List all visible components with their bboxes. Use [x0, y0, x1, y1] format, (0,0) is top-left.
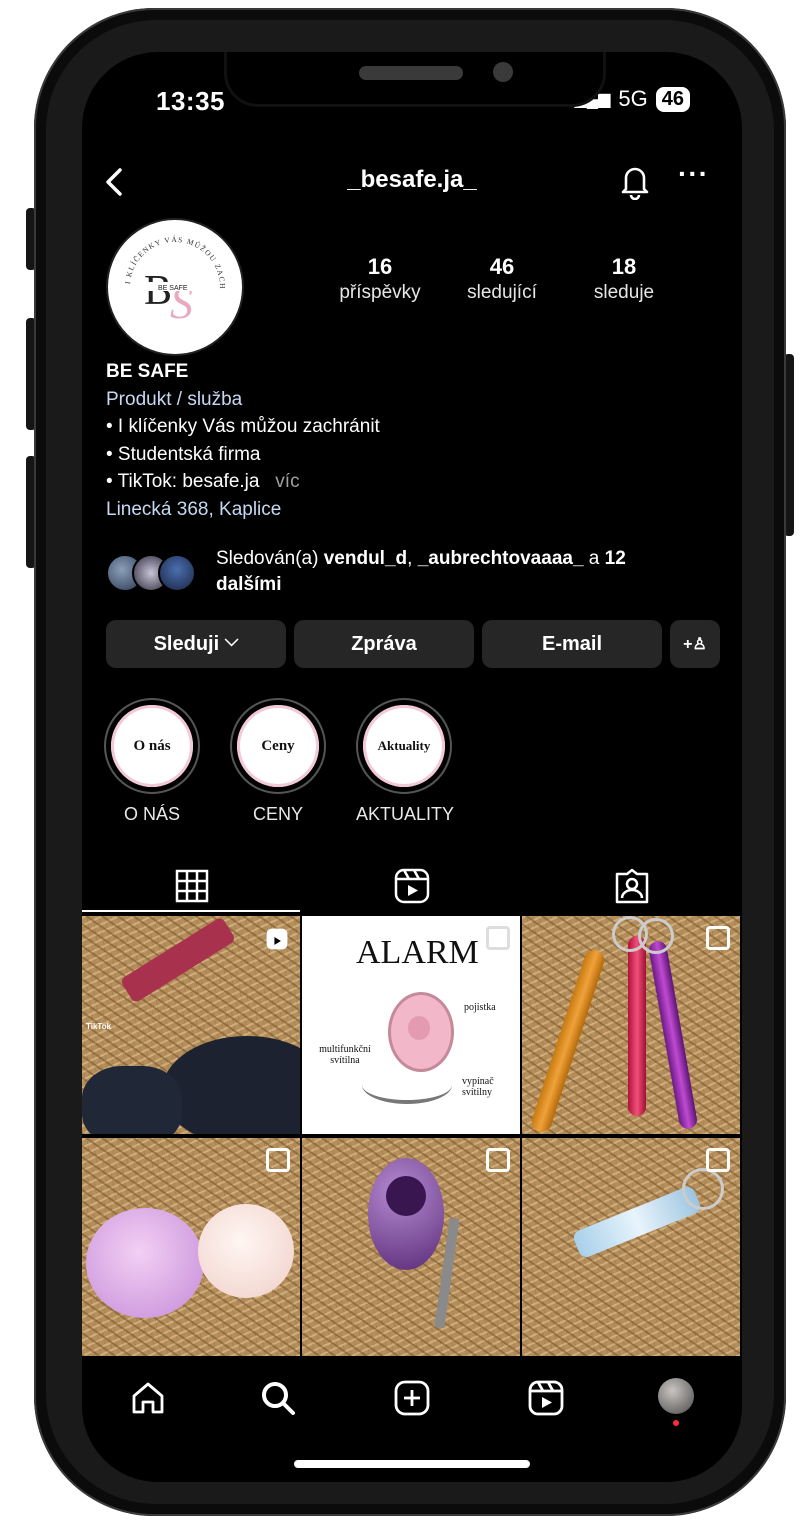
carousel-icon — [486, 926, 510, 950]
reels-icon — [266, 928, 288, 950]
profile-avatar[interactable] — [658, 1378, 694, 1414]
besafe-logo-icon: I KLÍČENKY VÁS MŮŽOU ZACHRÁNIT B S BE SA… — [105, 212, 226, 328]
following-count[interactable]: 18 sleduje — [564, 254, 684, 304]
status-time: 13:35 — [156, 86, 225, 116]
post-title: ALARM — [356, 934, 479, 971]
carousel-icon — [266, 1148, 290, 1172]
battery-icon: 46 — [655, 86, 690, 112]
follower-avatar — [158, 554, 196, 592]
bio-line: • Studentská firma — [106, 443, 261, 465]
notch — [224, 52, 606, 107]
bio-line: • I klíčenky Vás můžou zachránit — [106, 416, 380, 437]
screen: 13:35 ▂▄▆ 5G 46 _besafe.ja_ ··· I KLÍČEN… — [82, 52, 742, 1482]
reels-icon[interactable] — [526, 1378, 566, 1418]
profile-category: Produkt / služba — [106, 388, 243, 410]
profile-bio: BE SAFE Produkt / služba • I klíčenky Vá… — [106, 358, 726, 523]
profile-name: BE SAFE — [106, 361, 189, 382]
network-label: 5G — [618, 86, 648, 111]
post-grid: TikTok ALARM pojistka multifunkční svíti… — [82, 916, 742, 1356]
email-button[interactable]: E-mail — [482, 620, 662, 668]
highlight-aktuality[interactable]: Aktuality AKTUALITY — [356, 698, 454, 825]
reels-icon[interactable] — [392, 866, 432, 906]
profile-location[interactable]: Linecká 368, Kaplice — [106, 496, 726, 524]
message-button[interactable]: Zpráva — [294, 620, 474, 668]
more-link[interactable]: víc — [275, 471, 299, 492]
post-thumbnail[interactable] — [522, 1138, 740, 1356]
add-person-icon[interactable]: +♙ — [670, 620, 720, 668]
post-thumbnail[interactable] — [302, 1138, 520, 1356]
posts-count[interactable]: 16 příspěvky — [320, 254, 440, 304]
following-button[interactable]: Sleduji ⌵ — [106, 620, 286, 668]
post-thumbnail[interactable] — [522, 916, 740, 1134]
content-tabs — [82, 856, 742, 916]
bio-line: • TikTok: besafe.ja — [106, 471, 260, 492]
carousel-icon — [706, 1148, 730, 1172]
more-options-icon[interactable]: ··· — [678, 158, 709, 190]
post-thumbnail[interactable] — [82, 1138, 300, 1356]
profile-avatar[interactable]: I KLÍČENKY VÁS MŮŽOU ZACHRÁNIT B S BE SA… — [105, 212, 244, 356]
tagged-icon[interactable] — [612, 866, 652, 906]
active-tab-indicator — [82, 910, 300, 912]
svg-text:BE SAFE: BE SAFE — [158, 285, 188, 292]
carousel-icon — [706, 926, 730, 950]
followed-by-text: Sledován(a) vendul_d, _aubrechtovaaaa_ a… — [216, 548, 626, 595]
add-post-icon[interactable] — [392, 1378, 432, 1418]
post-thumbnail[interactable]: TikTok — [82, 916, 300, 1134]
search-icon[interactable] — [258, 1378, 298, 1418]
home-indicator[interactable] — [294, 1460, 530, 1468]
bell-icon[interactable] — [618, 162, 652, 200]
notification-dot — [673, 1420, 679, 1426]
chevron-down-icon: ⌵ — [224, 629, 239, 650]
followers-count[interactable]: 46 sledující — [442, 254, 562, 304]
home-icon[interactable] — [128, 1378, 168, 1418]
profile-header: _besafe.ja_ ··· — [82, 158, 742, 206]
tiktok-watermark: TikTok — [86, 1022, 112, 1031]
post-thumbnail[interactable]: ALARM pojistka multifunkční svítilna vyp… — [302, 916, 520, 1134]
action-buttons: Sleduji ⌵ Zpráva E-mail +♙ — [106, 620, 722, 668]
highlight-o-nas[interactable]: O nás O NÁS — [104, 698, 200, 825]
grid-icon[interactable] — [172, 866, 212, 906]
highlight-ceny[interactable]: Ceny CENY — [230, 698, 326, 825]
followed-by[interactable]: Sledován(a) vendul_d, _aubrechtovaaaa_ a… — [106, 546, 726, 602]
carousel-icon — [486, 1148, 510, 1172]
